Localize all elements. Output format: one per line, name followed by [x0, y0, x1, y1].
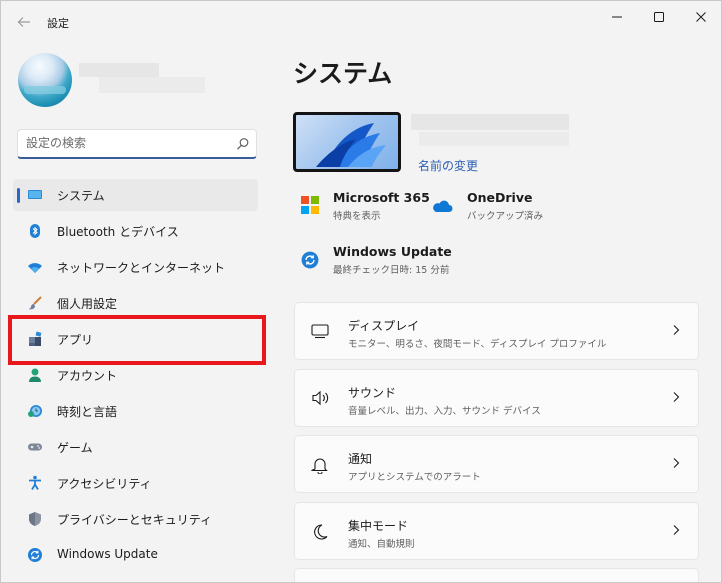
- chevron-right-icon: [673, 525, 680, 535]
- selection-indicator: [17, 188, 20, 203]
- rename-link[interactable]: 名前の変更: [418, 157, 478, 174]
- app-title: 設定: [47, 17, 69, 30]
- avatar[interactable]: [18, 53, 72, 107]
- back-button[interactable]: [13, 11, 35, 33]
- device-thumbnail: [293, 112, 401, 172]
- shield-icon: [29, 512, 41, 526]
- sidebar-item-label: システム: [57, 189, 105, 203]
- card-subtitle: 通知、自動規則: [348, 539, 415, 550]
- chevron-right-icon: [673, 325, 680, 335]
- chevron-right-icon: [673, 392, 680, 402]
- sidebar-item-label: Windows Update: [57, 547, 158, 561]
- monitor-icon: [311, 324, 329, 339]
- sidebar-item-windows-update[interactable]: Windows Update: [13, 539, 258, 571]
- device-name-blurred: [419, 132, 569, 146]
- account-name-blurred: [99, 77, 205, 93]
- minimize-button[interactable]: [597, 7, 637, 27]
- quick-link-title: Microsoft 365: [333, 190, 430, 205]
- settings-card-display[interactable]: ディスプレイ モニター、明るさ、夜間モード、ディスプレイ プロファイル: [294, 302, 699, 360]
- sidebar-item-label: ネットワークとインターネット: [57, 261, 226, 275]
- device-name-blurred: [411, 114, 569, 130]
- clock-globe-icon: [28, 405, 42, 417]
- person-icon: [29, 368, 41, 382]
- sidebar-item-privacy-security[interactable]: プライバシーとセキュリティ: [13, 503, 258, 535]
- card-subtitle: アプリとシステムでのアラート: [348, 472, 481, 483]
- paint-brush-icon: [28, 296, 42, 310]
- sidebar-item-time-language[interactable]: 時刻と言語: [13, 395, 258, 427]
- minimize-icon: [612, 16, 622, 18]
- quick-link-title: OneDrive: [467, 190, 533, 205]
- quick-link-title: Windows Update: [333, 244, 452, 259]
- sidebar-item-label: アカウント: [57, 369, 118, 383]
- sidebar-item-label: プライバシーとセキュリティ: [57, 513, 213, 527]
- microsoft-logo-icon: [301, 196, 319, 214]
- quick-link-windows-update[interactable]: Windows Update 最終チェック日時: 15 分前: [295, 244, 495, 280]
- card-title: サウンド: [348, 386, 397, 400]
- onedrive-cloud-icon: [433, 200, 453, 212]
- sidebar-item-gaming[interactable]: ゲーム: [13, 431, 258, 463]
- maximize-icon: [654, 12, 664, 22]
- search-input[interactable]: [26, 136, 226, 150]
- card-title: 通知: [348, 452, 373, 466]
- windows-update-icon: [301, 251, 319, 269]
- settings-card-partial[interactable]: [294, 568, 699, 582]
- card-title: 集中モード: [348, 519, 409, 533]
- search-icon[interactable]: [236, 137, 250, 151]
- bluetooth-icon: [30, 224, 40, 238]
- gamepad-icon: [28, 443, 42, 451]
- sidebar-item-label: 時刻と言語: [57, 405, 118, 419]
- wifi-icon: [28, 263, 42, 273]
- bell-icon: [311, 458, 328, 474]
- sidebar-item-label: ゲーム: [57, 441, 93, 455]
- search-box[interactable]: [17, 129, 257, 159]
- card-subtitle: 音量レベル、出力、入力、サウンド デバイス: [348, 406, 541, 417]
- speaker-icon: [312, 390, 329, 406]
- display-icon: [28, 190, 42, 199]
- maximize-button[interactable]: [639, 7, 679, 27]
- quick-link-microsoft-365[interactable]: Microsoft 365 特典を表示: [295, 190, 435, 226]
- windows-bloom-wallpaper-icon: [316, 123, 386, 167]
- sidebar-item-label: 個人用設定: [57, 297, 118, 311]
- settings-window: 設定 システム Bluetooth とデバイス ネットワークとインターネット 個…: [0, 0, 722, 583]
- sidebar-item-system[interactable]: システム: [13, 179, 258, 211]
- close-icon: [696, 12, 706, 22]
- title-bar: 設定: [1, 1, 721, 41]
- close-button[interactable]: [681, 7, 721, 27]
- sidebar-item-network[interactable]: ネットワークとインターネット: [13, 251, 258, 283]
- moon-icon: [314, 524, 328, 540]
- page-title: システム: [293, 59, 393, 88]
- chevron-right-icon: [673, 458, 680, 468]
- sidebar-item-accessibility[interactable]: アクセシビリティ: [13, 467, 258, 499]
- settings-card-focus[interactable]: 集中モード 通知、自動規則: [294, 502, 699, 560]
- settings-card-notifications[interactable]: 通知 アプリとシステムでのアラート: [294, 435, 699, 493]
- back-arrow-icon: [17, 17, 30, 27]
- sidebar-item-label: Bluetooth とデバイス: [57, 225, 179, 239]
- quick-link-subtitle: 特典を表示: [333, 211, 381, 222]
- quick-link-onedrive[interactable]: OneDrive バックアップ済み: [429, 190, 569, 226]
- card-title: ディスプレイ: [348, 319, 420, 333]
- card-subtitle: モニター、明るさ、夜間モード、ディスプレイ プロファイル: [348, 339, 607, 350]
- settings-card-sound[interactable]: サウンド 音量レベル、出力、入力、サウンド デバイス: [294, 369, 699, 427]
- sidebar-item-label: アクセシビリティ: [57, 477, 152, 491]
- accessibility-icon: [29, 475, 41, 490]
- quick-link-subtitle: 最終チェック日時: 15 分前: [333, 265, 450, 276]
- quick-link-subtitle: バックアップ済み: [467, 211, 544, 222]
- sidebar-item-bluetooth[interactable]: Bluetooth とデバイス: [13, 215, 258, 247]
- highlight-box: [8, 315, 266, 365]
- update-icon: [28, 548, 42, 562]
- account-name-blurred: [79, 63, 159, 77]
